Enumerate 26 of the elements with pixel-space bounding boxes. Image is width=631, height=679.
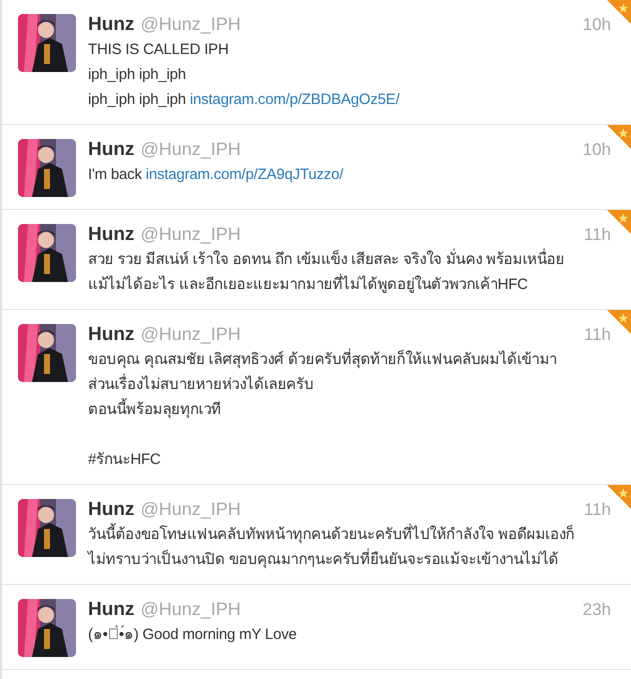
user-handle[interactable]: @Hunz_IPH xyxy=(140,599,241,620)
tweet-text: I'm back instagram.com/p/ZA9qJTuzzo/ xyxy=(88,165,344,185)
tweet-text: THIS IS CALLED IPH iph_iph iph_iph iph_iph iph_iph instagram.com/p/ZBDBAgOz5E/ xyxy=(88,40,401,110)
user-name[interactable]: Hunz xyxy=(88,224,134,246)
link[interactable]: instagram.com/p/ZBDBAgOz5E/ xyxy=(190,91,400,108)
link[interactable]: instagram.com/p/ZA9qJTuzzo/ xyxy=(146,166,344,183)
user-name[interactable]: Hunz xyxy=(88,324,134,346)
tweet-text: (๑•ู̀•́๑) Good morning mY Love xyxy=(88,624,298,645)
user-handle[interactable]: @Hunz_IPH xyxy=(140,224,241,245)
tweet-time[interactable]: 23h xyxy=(582,600,611,620)
user-name[interactable]: Hunz xyxy=(88,499,134,521)
tweet-text: วันนี้ต้องขอโทษแฟนคลับทัพหน้าทุกคนด้วยนะครับที่ไปให้กำลังใจ พอดีผมเองก็ ไม่ทราบว่าเป็นงานปิด ขอบคุณมากๆนะครับที่ยืนยันจะรอแม้จะเข้างานไม่ได้ xyxy=(88,522,611,572)
user-name[interactable]: Hunz xyxy=(88,139,134,161)
tweet-time[interactable]: 10h xyxy=(582,140,611,160)
user-name[interactable]: Hunz xyxy=(88,14,134,36)
user-handle[interactable]: @Hunz_IPH xyxy=(140,499,241,520)
tweet-time[interactable]: 11h xyxy=(584,325,611,345)
user-handle[interactable]: @Hunz_IPH xyxy=(140,139,241,160)
user-handle[interactable]: @Hunz_IPH xyxy=(140,14,241,35)
tweet-text: ขอบคุณ คุณสมชัย เลิศสุทธิวงศ์ ด้วยครับที่สุดท้ายก็ให้แฟนคลับผมได้เข้ามา ส่วนเรื่องไม่สบายหายห่วงได้เลยครับ ตอนนี้พร้อมลุยทุกเวที #รักนะHFC xyxy=(88,347,611,472)
tweet-text: สวย รวย มีสเน่ห์ เร้าใจ อดทน ถึก เข้มแข็ง เสียสละ จริงใจ มั่นคง พร้อมเหนื่อย แม้ไม่ได้อะไร และอีกเยอะแยะมากมายที่ไม่ได้พูดอยู่ในตัวพวกเค้าHFC xyxy=(88,247,611,297)
user-handle[interactable]: @Hunz_IPH xyxy=(140,324,241,345)
user-name[interactable]: Hunz xyxy=(88,599,134,621)
tweet-time[interactable]: 11h xyxy=(584,225,611,245)
tweet-time[interactable]: 11h xyxy=(584,500,611,520)
tweet-time[interactable]: 10h xyxy=(582,15,611,35)
